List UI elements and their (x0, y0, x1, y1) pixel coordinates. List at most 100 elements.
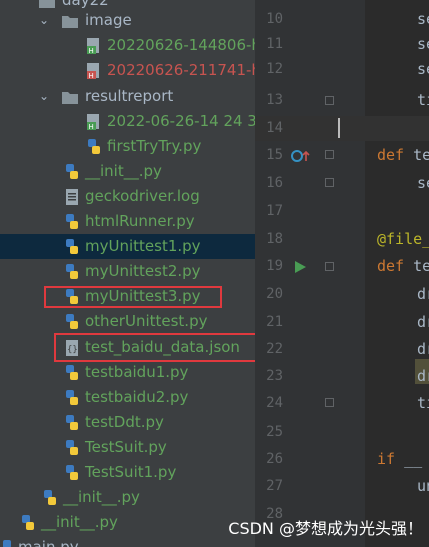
python-file-icon (0, 539, 18, 547)
code-line-23: dr (417, 367, 429, 385)
line-number: 19 (266, 258, 283, 274)
tree-item-label: testbaidu1.py (85, 363, 189, 381)
keyword-if: if (377, 450, 396, 468)
python-file-icon (63, 213, 81, 231)
run-test-icon[interactable] (293, 259, 307, 278)
code-line-19: def te (377, 254, 429, 279)
code-line-16: se (417, 174, 429, 192)
line-number: 11 (266, 36, 283, 52)
python-file-icon (63, 364, 81, 382)
tree-item-label: testbaidu2.py (85, 388, 189, 406)
code-line-20: dr (417, 285, 429, 303)
tree-item-py-file[interactable]: testbaidu2.py (0, 385, 255, 410)
line-number: 21 (266, 314, 283, 330)
tree-item-py-file[interactable]: firstTryTry.py (0, 134, 255, 159)
tree-item-html-file[interactable]: H 20220626-211741-h (0, 58, 255, 83)
code-line-26: if __ (377, 447, 422, 472)
text-caret (338, 118, 340, 138)
tree-item-label: __init__.py (85, 162, 162, 180)
highlight-box (54, 333, 255, 362)
tree-item-log-file[interactable]: geckodriver.log (0, 184, 255, 209)
tree-item-py-file[interactable]: main.py (0, 535, 255, 547)
tree-item-label: resultreport (85, 87, 174, 105)
line-number: 27 (266, 478, 283, 494)
line-number: 23 (266, 368, 283, 384)
tree-item-py-file[interactable]: htmlRunner.py (0, 209, 255, 234)
keyword-def: def (377, 257, 405, 275)
html-file-icon: H (85, 113, 103, 131)
line-number: 10 (266, 11, 283, 27)
fold-marker-icon[interactable] (325, 178, 334, 187)
code-line-22: dr (417, 340, 429, 358)
tree-item-label: TestSuit1.py (85, 463, 177, 481)
line-number: 24 (266, 395, 283, 411)
svg-text:H: H (89, 123, 94, 131)
fold-marker-icon[interactable] (325, 150, 334, 159)
tree-item-py-file[interactable]: otherUnittest.py (0, 309, 255, 334)
tree-item-py-file[interactable]: __init__.py (0, 159, 255, 184)
line-number: 20 (266, 286, 283, 302)
python-file-icon (41, 489, 59, 507)
tree-item-label: __init__.py (41, 513, 118, 531)
line-number: 15 (266, 147, 283, 163)
tree-item-py-file[interactable]: myUnittest2.py (0, 259, 255, 284)
code-line-21: dr (417, 313, 429, 331)
code-line-24: ti (417, 394, 429, 412)
tree-item-py-file-selected[interactable]: myUnittest1.py (0, 234, 255, 259)
override-marker-icon[interactable] (291, 148, 313, 167)
code-line-27: un (417, 477, 429, 495)
python-file-icon (63, 464, 81, 482)
tree-item-py-file[interactable]: testbaidu1.py (0, 360, 255, 385)
tree-item-label: myUnittest2.py (85, 262, 201, 280)
tree-item-py-file[interactable]: TestSuit1.py (0, 460, 255, 485)
tree-item-label: 2022-06-26-14 24 39 (107, 112, 255, 130)
chevron-down-icon[interactable]: ⌄ (38, 84, 50, 109)
tree-item-image[interactable]: ⌄ image (0, 8, 255, 33)
function-name: te (404, 257, 429, 275)
tree-item-label: htmlRunner.py (85, 212, 195, 230)
python-file-icon (63, 414, 81, 432)
tree-item-py-file[interactable]: TestSuit.py (0, 435, 255, 460)
python-file-icon (63, 439, 81, 457)
tree-item-label: myUnittest1.py (85, 237, 201, 255)
function-name: te (404, 146, 429, 164)
fold-marker-icon[interactable] (325, 398, 334, 407)
line-number: 12 (266, 61, 283, 77)
tree-item-py-file[interactable]: __init__.py (0, 510, 255, 535)
python-file-icon (85, 138, 103, 156)
line-number: 25 (266, 424, 283, 440)
fold-marker-icon[interactable] (325, 96, 334, 105)
fold-marker-icon[interactable] (325, 262, 334, 271)
project-tree: day22 ⌄ image H 20220626-144806-h H 2022… (0, 0, 255, 547)
tree-item-label: 20220626-144806-h (107, 36, 255, 54)
tree-item-label: geckodriver.log (85, 187, 200, 205)
tree-item-html-file[interactable]: H 2022-06-26-14 24 39 (0, 109, 255, 134)
tree-item-resultreport[interactable]: ⌄ resultreport (0, 84, 255, 109)
tree-item-label: firstTryTry.py (107, 137, 202, 155)
folder-icon (61, 12, 79, 30)
tree-item-html-file[interactable]: H 20220626-144806-h (0, 33, 255, 58)
svg-text:H: H (89, 47, 94, 55)
dunder-name: __ (395, 450, 423, 468)
tree-item-py-file[interactable]: testDdt.py (0, 410, 255, 435)
tree-item-py-file[interactable]: __init__.py (0, 485, 255, 510)
python-file-icon (63, 263, 81, 281)
tree-item-label: 20220626-211741-h (107, 61, 255, 79)
chevron-down-icon[interactable]: ⌄ (38, 8, 50, 33)
python-file-icon (19, 514, 37, 532)
tree-item-label: image (85, 11, 132, 29)
line-number: 17 (266, 203, 283, 219)
code-line-10: se (417, 10, 429, 28)
python-file-icon (63, 313, 81, 331)
code-line-15: def te (377, 143, 429, 168)
keyword-def: def (377, 146, 405, 164)
line-number: 22 (266, 341, 283, 357)
code-line-12: se (417, 60, 429, 78)
folder-icon (61, 88, 79, 106)
code-line-11: se (417, 35, 429, 53)
python-file-icon (63, 389, 81, 407)
python-file-icon (63, 238, 81, 256)
python-file-icon (63, 163, 81, 181)
code-line-18: @file_ (377, 230, 429, 248)
highlight-box (44, 286, 222, 308)
